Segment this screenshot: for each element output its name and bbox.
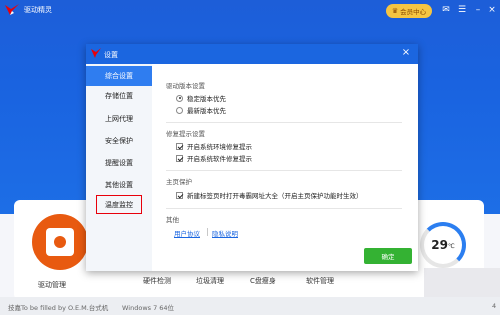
dialog-header: 设置 ×: [86, 44, 418, 64]
menu-icon[interactable]: ☰: [456, 5, 468, 15]
app-logo-icon: [5, 4, 19, 15]
machine-info: 技嘉To be filled by O.E.M.台式机: [8, 304, 109, 312]
software-management-label[interactable]: 软件管理: [306, 276, 334, 286]
app-title: 驱动精灵: [24, 6, 52, 14]
software-repair-option[interactable]: 开启系统软件修复提示: [176, 153, 252, 163]
sidebar-item-storage[interactable]: 存储位置: [86, 86, 152, 106]
temperature-value: 29: [431, 238, 448, 252]
vip-label: 会员中心: [400, 8, 427, 16]
dialog-logo-icon: [91, 48, 101, 58]
checkbox-checked[interactable]: [176, 142, 183, 150]
status-digit: 4: [492, 302, 497, 310]
checkbox-checked[interactable]: [176, 154, 183, 162]
homepage-option[interactable]: 新建标签页时打开毒霸网址大全（开启主页保护功能时生效）: [176, 190, 363, 200]
link-divider: [207, 228, 208, 236]
sidebar-item-other[interactable]: 其他设置: [86, 175, 152, 195]
divider: [166, 122, 402, 123]
crown-icon: ♛: [391, 7, 399, 15]
sidebar-item-temperature[interactable]: 温度监控: [96, 195, 142, 214]
settings-dialog: 设置 × 综合设置 存储位置 上网代理 安全保护 提醒设置 其他设置 温度监控 …: [86, 44, 418, 271]
driver-version-title: 驱动版本设置: [166, 82, 205, 90]
sidebar-item-security[interactable]: 安全保护: [86, 131, 152, 151]
driver-management-label[interactable]: 驱动管理: [38, 280, 66, 290]
close-app-icon[interactable]: ×: [486, 5, 498, 15]
temperature-unit: ℃: [447, 243, 455, 250]
radio-unselected[interactable]: [176, 106, 183, 114]
minimize-icon[interactable]: –: [472, 5, 484, 15]
junk-cleanup-label[interactable]: 垃圾清理: [196, 276, 224, 286]
homepage-title: 主页保护: [166, 178, 192, 186]
privacy-link[interactable]: 隐私说明: [212, 228, 238, 238]
gift-icon[interactable]: ✉: [440, 5, 452, 15]
env-repair-option[interactable]: 开启系统环境修复提示: [176, 141, 252, 151]
settings-content: 驱动版本设置 稳定版本优先 最新版本优先 修复提示设置 开启系统环境修复提示 开…: [166, 64, 410, 271]
os-info: Windows 7 64位: [122, 304, 175, 312]
vip-center-button[interactable]: ♛ 会员中心: [386, 4, 432, 18]
sidebar-item-general[interactable]: 综合设置: [86, 66, 152, 86]
confirm-button[interactable]: 确定: [364, 248, 412, 264]
close-icon[interactable]: ×: [400, 48, 412, 58]
c-drive-slim-label[interactable]: C盘瘦身: [250, 276, 276, 286]
user-agreement-link[interactable]: 用户协议: [174, 228, 200, 238]
checkbox-checked[interactable]: [176, 191, 183, 199]
temperature-gauge[interactable]: 29 ℃: [420, 222, 466, 268]
app-titlebar: 驱动精灵 ♛ 会员中心 ✉ ☰ – ×: [0, 0, 500, 22]
dialog-title: 设置: [104, 51, 118, 59]
driver-management-icon[interactable]: [32, 214, 88, 270]
hardware-check-label[interactable]: 硬件检测: [143, 276, 171, 286]
radio-selected[interactable]: [176, 94, 183, 102]
sidebar-item-reminder[interactable]: 提醒设置: [86, 153, 152, 173]
divider: [166, 208, 402, 209]
other-title: 其他: [166, 216, 179, 224]
settings-sidebar: 综合设置 存储位置 上网代理 安全保护 提醒设置 其他设置 温度监控: [86, 64, 152, 271]
stable-first-option[interactable]: 稳定版本优先: [176, 93, 226, 103]
latest-first-option[interactable]: 最新版本优先: [176, 105, 226, 115]
sidebar-item-proxy[interactable]: 上网代理: [86, 109, 152, 129]
divider: [166, 170, 402, 171]
repair-title: 修复提示设置: [166, 130, 205, 138]
